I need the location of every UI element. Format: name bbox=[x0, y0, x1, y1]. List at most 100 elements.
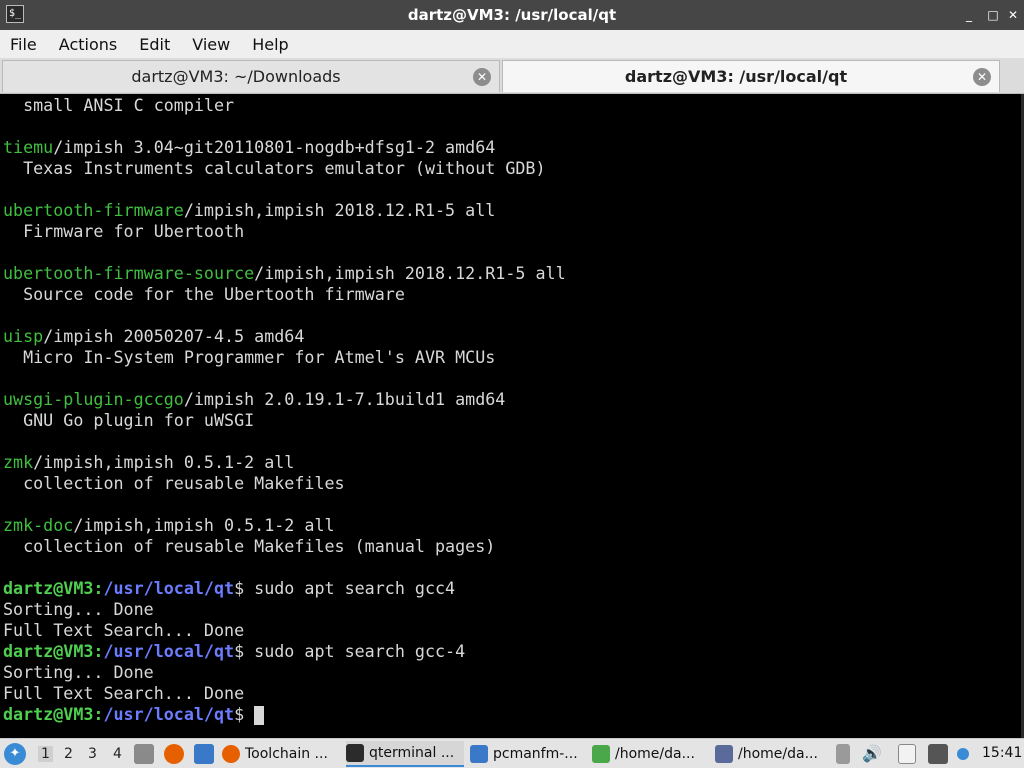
tab-bar: dartz@VM3: ~/Downloads ✕ dartz@VM3: /usr… bbox=[0, 58, 1024, 94]
volume-icon[interactable]: 🔊 bbox=[862, 744, 882, 764]
workspace-2[interactable]: 2 bbox=[64, 746, 73, 762]
terminal-line: uisp/impish 20050207-4.5 amd64 bbox=[3, 326, 1024, 347]
prompt-separator: : bbox=[93, 641, 104, 661]
menu-view[interactable]: View bbox=[192, 35, 230, 54]
prompt-user: dartz@VM3 bbox=[3, 641, 94, 661]
prompt-user: dartz@VM3 bbox=[3, 704, 94, 724]
terminal-line: collection of reusable Makefiles (manual… bbox=[3, 536, 1024, 557]
line-text: Full Text Search... Done bbox=[3, 620, 245, 640]
terminal-line: Sorting... Done bbox=[3, 599, 1024, 620]
package-name: ubertooth-firmware bbox=[3, 200, 184, 220]
tab-label: dartz@VM3: ~/Downloads bbox=[131, 67, 341, 86]
line-text: Firmware for Ubertooth bbox=[3, 221, 245, 241]
line-text: Sorting... Done bbox=[3, 662, 154, 682]
text-editor-icon bbox=[592, 745, 610, 763]
prompt-path: /usr/local/qt bbox=[103, 641, 235, 661]
network-icon[interactable] bbox=[928, 744, 948, 764]
tab-usr-local-qt[interactable]: dartz@VM3: /usr/local/qt ✕ bbox=[502, 60, 1000, 92]
minimize-button[interactable]: _ bbox=[960, 6, 978, 24]
keyboard-layout-icon[interactable] bbox=[836, 744, 850, 764]
prompt-separator: : bbox=[93, 704, 104, 724]
package-name: zmk bbox=[3, 452, 34, 472]
workspace-1[interactable]: 1 bbox=[38, 746, 53, 762]
prompt-separator: : bbox=[93, 578, 104, 598]
line-text: collection of reusable Makefiles bbox=[3, 473, 345, 493]
terminal-icon bbox=[346, 744, 364, 762]
line-text: /impish,impish 2018.12.R1-5 all bbox=[254, 263, 566, 283]
terminal-line: dartz@VM3:/usr/local/qt$ sudo apt search… bbox=[3, 641, 1024, 662]
terminal-line: Full Text Search... Done bbox=[3, 620, 1024, 641]
terminal-line: small ANSI C compiler bbox=[3, 95, 1024, 116]
terminal-line: Micro In-System Programmer for Atmel's A… bbox=[3, 347, 1024, 368]
tab-label: dartz@VM3: /usr/local/qt bbox=[624, 67, 848, 86]
terminal-line: collection of reusable Makefiles bbox=[3, 473, 1024, 494]
task-label: /home/da... bbox=[615, 746, 695, 762]
line-text: Full Text Search... Done bbox=[3, 683, 245, 703]
taskbar-task[interactable]: qterminal ... bbox=[346, 741, 464, 767]
terminal-line: Firmware for Ubertooth bbox=[3, 221, 1024, 242]
terminal-line: Texas Instruments calculators emulator (… bbox=[3, 158, 1024, 179]
terminal-line: Full Text Search... Done bbox=[3, 683, 1024, 704]
package-name: uwsgi-plugin-gccgo bbox=[3, 389, 184, 409]
task-label: pcmanfm-... bbox=[493, 746, 578, 762]
package-name: zmk-doc bbox=[3, 515, 74, 535]
maximize-button[interactable]: □ bbox=[984, 6, 1002, 24]
prompt-user: dartz@VM3 bbox=[3, 578, 94, 598]
taskbar-task[interactable]: /home/da... bbox=[715, 741, 825, 767]
line-text: $ sudo apt search gcc4 bbox=[234, 578, 456, 598]
clipboard-icon[interactable] bbox=[898, 744, 916, 764]
task-label: qterminal ... bbox=[369, 745, 455, 761]
firefox-launcher-icon[interactable] bbox=[164, 744, 184, 764]
menu-bar: File Actions Edit View Help bbox=[0, 30, 1024, 58]
prompt-path: /usr/local/qt bbox=[103, 704, 235, 724]
terminal-output[interactable]: small ANSI C compiler tiemu/impish 3.04~g… bbox=[0, 94, 1024, 738]
menu-actions[interactable]: Actions bbox=[59, 35, 117, 54]
line-text: $ bbox=[234, 704, 255, 724]
taskbar-task[interactable]: Toolchain ... bbox=[222, 741, 340, 767]
start-menu-icon[interactable]: ✦ bbox=[4, 743, 26, 765]
workspace-3[interactable]: 3 bbox=[88, 746, 97, 762]
taskbar: ✦ 1 2 3 4 Toolchain ... qterminal ... pcma… bbox=[0, 738, 1024, 768]
tab-downloads[interactable]: dartz@VM3: ~/Downloads ✕ bbox=[2, 60, 500, 92]
package-name: tiemu bbox=[3, 137, 54, 157]
menu-help[interactable]: Help bbox=[252, 35, 288, 54]
file-manager-launcher-icon[interactable] bbox=[134, 744, 154, 764]
line-text: /impish,impish 0.5.1-2 all bbox=[73, 515, 335, 535]
terminal-line: Source code for the Ubertooth firmware bbox=[3, 284, 1024, 305]
tab-close-icon[interactable]: ✕ bbox=[473, 68, 491, 86]
line-text: $ sudo apt search gcc-4 bbox=[234, 641, 466, 661]
featherpad-icon bbox=[715, 745, 733, 763]
line-text: collection of reusable Makefiles (manual… bbox=[3, 536, 496, 556]
menu-file[interactable]: File bbox=[10, 35, 37, 54]
prompt-path: /usr/local/qt bbox=[103, 578, 235, 598]
text-cursor bbox=[254, 706, 265, 725]
taskbar-task[interactable]: pcmanfm-... bbox=[470, 741, 586, 767]
line-text: Texas Instruments calculators emulator (… bbox=[3, 158, 546, 178]
desktop-icon[interactable] bbox=[194, 744, 214, 764]
terminal-line: GNU Go plugin for uWSGI bbox=[3, 410, 1024, 431]
close-window-button[interactable]: ✕ bbox=[1004, 6, 1022, 24]
workspace-4[interactable]: 4 bbox=[113, 746, 122, 762]
menu-edit[interactable]: Edit bbox=[139, 35, 170, 54]
clock[interactable]: 15:41 bbox=[982, 745, 1022, 761]
line-text: Sorting... Done bbox=[3, 599, 154, 619]
firefox-icon bbox=[222, 745, 240, 763]
terminal-line: dartz@VM3:/usr/local/qt$ bbox=[3, 704, 1024, 725]
notification-icon[interactable] bbox=[957, 748, 969, 760]
line-text: Micro In-System Programmer for Atmel's A… bbox=[3, 347, 496, 367]
terminal-line: ubertooth-firmware/impish,impish 2018.12… bbox=[3, 200, 1024, 221]
tab-close-icon[interactable]: ✕ bbox=[973, 68, 991, 86]
taskbar-task[interactable]: /home/da... bbox=[592, 741, 710, 767]
task-label: Toolchain ... bbox=[245, 746, 328, 762]
window-titlebar[interactable]: $_ dartz@VM3: /usr/local/qt _ □ ✕ bbox=[0, 0, 1024, 30]
line-text: Source code for the Ubertooth firmware bbox=[3, 284, 405, 304]
terminal-line: zmk/impish,impish 0.5.1-2 all bbox=[3, 452, 1024, 473]
window-title: dartz@VM3: /usr/local/qt bbox=[407, 6, 617, 24]
